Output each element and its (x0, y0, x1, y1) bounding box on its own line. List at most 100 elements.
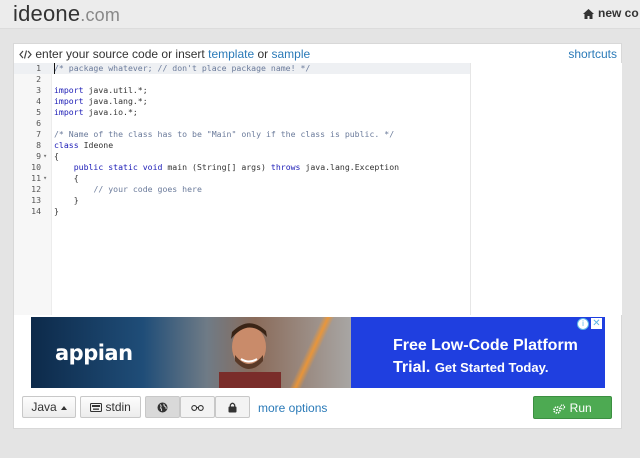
code-line[interactable]: 9 ▾ { (14, 151, 470, 162)
public-visibility-button[interactable] (145, 396, 180, 418)
code-text: /* Name of the class has to be "Main" on… (54, 129, 394, 140)
unlisted-visibility-button[interactable] (180, 396, 215, 418)
ad-headline: Free Low-Code Platform (393, 337, 578, 354)
line-number: 4 (36, 96, 41, 106)
hint-or: or (257, 47, 269, 61)
fold-toggle-icon[interactable]: ▾ (43, 151, 47, 162)
code-text: public static void main (String[] args) … (54, 162, 399, 173)
private-visibility-button[interactable] (215, 396, 250, 418)
ad-accent-stripe (281, 317, 351, 388)
line-number: 6 (36, 118, 41, 128)
template-link[interactable]: template (208, 47, 254, 61)
ad-sub-small: Get Started Today. (434, 360, 549, 375)
code-text: class Ideone (54, 140, 113, 151)
home-icon (583, 6, 594, 20)
fold-toggle-icon[interactable]: ▾ (43, 173, 47, 184)
code-line[interactable]: 12 // your code goes here (14, 184, 470, 195)
caret-up-icon (60, 405, 67, 410)
ad-close-icon[interactable]: ✕ (591, 318, 602, 329)
code-token: java.io.*; (83, 107, 138, 117)
shortcuts-link[interactable]: shortcuts (568, 47, 617, 61)
editor-hint: enter your source code or insert templat… (19, 47, 310, 61)
text-cursor (54, 63, 55, 74)
globe-icon (157, 400, 168, 414)
code-line[interactable]: 14} (14, 206, 470, 217)
code-token: { (54, 173, 79, 183)
code-line[interactable]: 11 ▾ { (14, 173, 470, 184)
code-line[interactable]: 13 } (14, 195, 470, 206)
code-keyword: class (54, 140, 79, 150)
code-editor[interactable]: 1 /* package whatever; // don't place pac… (14, 63, 622, 315)
line-number: 8 (36, 140, 41, 150)
appian-logo: appian (55, 341, 133, 365)
lock-icon (228, 400, 237, 414)
line-number: 14 (31, 206, 41, 216)
code-token: } (54, 206, 59, 216)
code-line[interactable]: 8 class Ideone (14, 140, 470, 151)
code-text: import java.util.*; (54, 85, 148, 96)
code-line[interactable]: 3 import java.util.*; (14, 85, 470, 96)
stdin-button[interactable]: stdin (80, 396, 141, 418)
code-comment: // your code goes here (93, 184, 202, 194)
run-label: Run (569, 401, 592, 415)
top-bar: ideone.com new co (0, 0, 640, 29)
code-keyword: throws (270, 162, 301, 172)
language-select-button[interactable]: Java (22, 396, 76, 418)
logo-tld: .com (80, 5, 121, 25)
line-number: 11 (31, 173, 41, 183)
language-label: Java (31, 400, 57, 414)
line-number: 13 (31, 195, 41, 205)
code-text: import java.lang.*; (54, 96, 148, 107)
code-token: } (54, 195, 79, 205)
logo-main: ideone (13, 1, 81, 26)
code-line[interactable]: 10 public static void main (String[] arg… (14, 162, 470, 173)
code-text: // your code goes here (54, 184, 202, 195)
ad-info-icon[interactable]: i (577, 318, 589, 330)
stdin-label: stdin (105, 400, 131, 414)
code-text: { (54, 173, 79, 184)
code-token: java.lang.*; (83, 96, 148, 106)
code-token: Ideone (78, 140, 114, 150)
code-token: { (54, 151, 59, 161)
code-line[interactable]: 4 import java.lang.*; (14, 96, 470, 107)
ideone-logo[interactable]: ideone.com (13, 1, 120, 27)
line-number: 12 (31, 184, 41, 194)
line-number: 5 (36, 107, 41, 117)
code-line[interactable]: 2 (14, 74, 470, 85)
code-keyword: import (54, 107, 84, 117)
ad-banner[interactable]: appian Free Low-Code Platform Trial. Get… (31, 317, 605, 388)
code-text: { (54, 151, 59, 162)
code-comment: /* package whatever; // don't place pack… (54, 63, 311, 73)
code-line[interactable]: 1 /* package whatever; // don't place pac… (14, 63, 470, 74)
code-text: /* package whatever; // don't place pack… (54, 63, 310, 74)
sample-link[interactable]: sample (272, 47, 311, 61)
hint-prefix: enter your source code or insert (35, 47, 205, 61)
gears-icon (553, 401, 566, 415)
code-text: } (54, 206, 59, 217)
ad-subline: Trial. Get Started Today. (393, 359, 548, 377)
code-text: } (54, 195, 79, 206)
new-code-link[interactable]: new co (583, 6, 639, 20)
more-options-link[interactable]: more options (258, 401, 327, 415)
code-token: java.util.*; (83, 85, 148, 95)
code-comment: /* Name of the class has to be "Main" on… (54, 129, 395, 139)
code-line[interactable]: 7 /* Name of the class has to be "Main" o… (14, 129, 470, 140)
code-line[interactable]: 5 import java.io.*; (14, 107, 470, 118)
glasses-icon (191, 400, 204, 414)
editor-right-pane (470, 63, 622, 315)
line-number: 9 (36, 151, 41, 161)
line-number: 1 (36, 63, 41, 73)
code-keyword: import (54, 85, 84, 95)
editor-panel: enter your source code or insert templat… (13, 43, 622, 429)
code-keyword: public static void (73, 162, 163, 172)
run-button[interactable]: Run (533, 396, 612, 419)
code-icon (19, 47, 32, 61)
code-line[interactable]: 6 (14, 118, 470, 129)
new-code-label: new co (598, 6, 639, 20)
line-number: 2 (36, 74, 41, 84)
line-number: 7 (36, 129, 41, 139)
code-keyword: import (54, 96, 84, 106)
line-number: 10 (31, 162, 41, 172)
